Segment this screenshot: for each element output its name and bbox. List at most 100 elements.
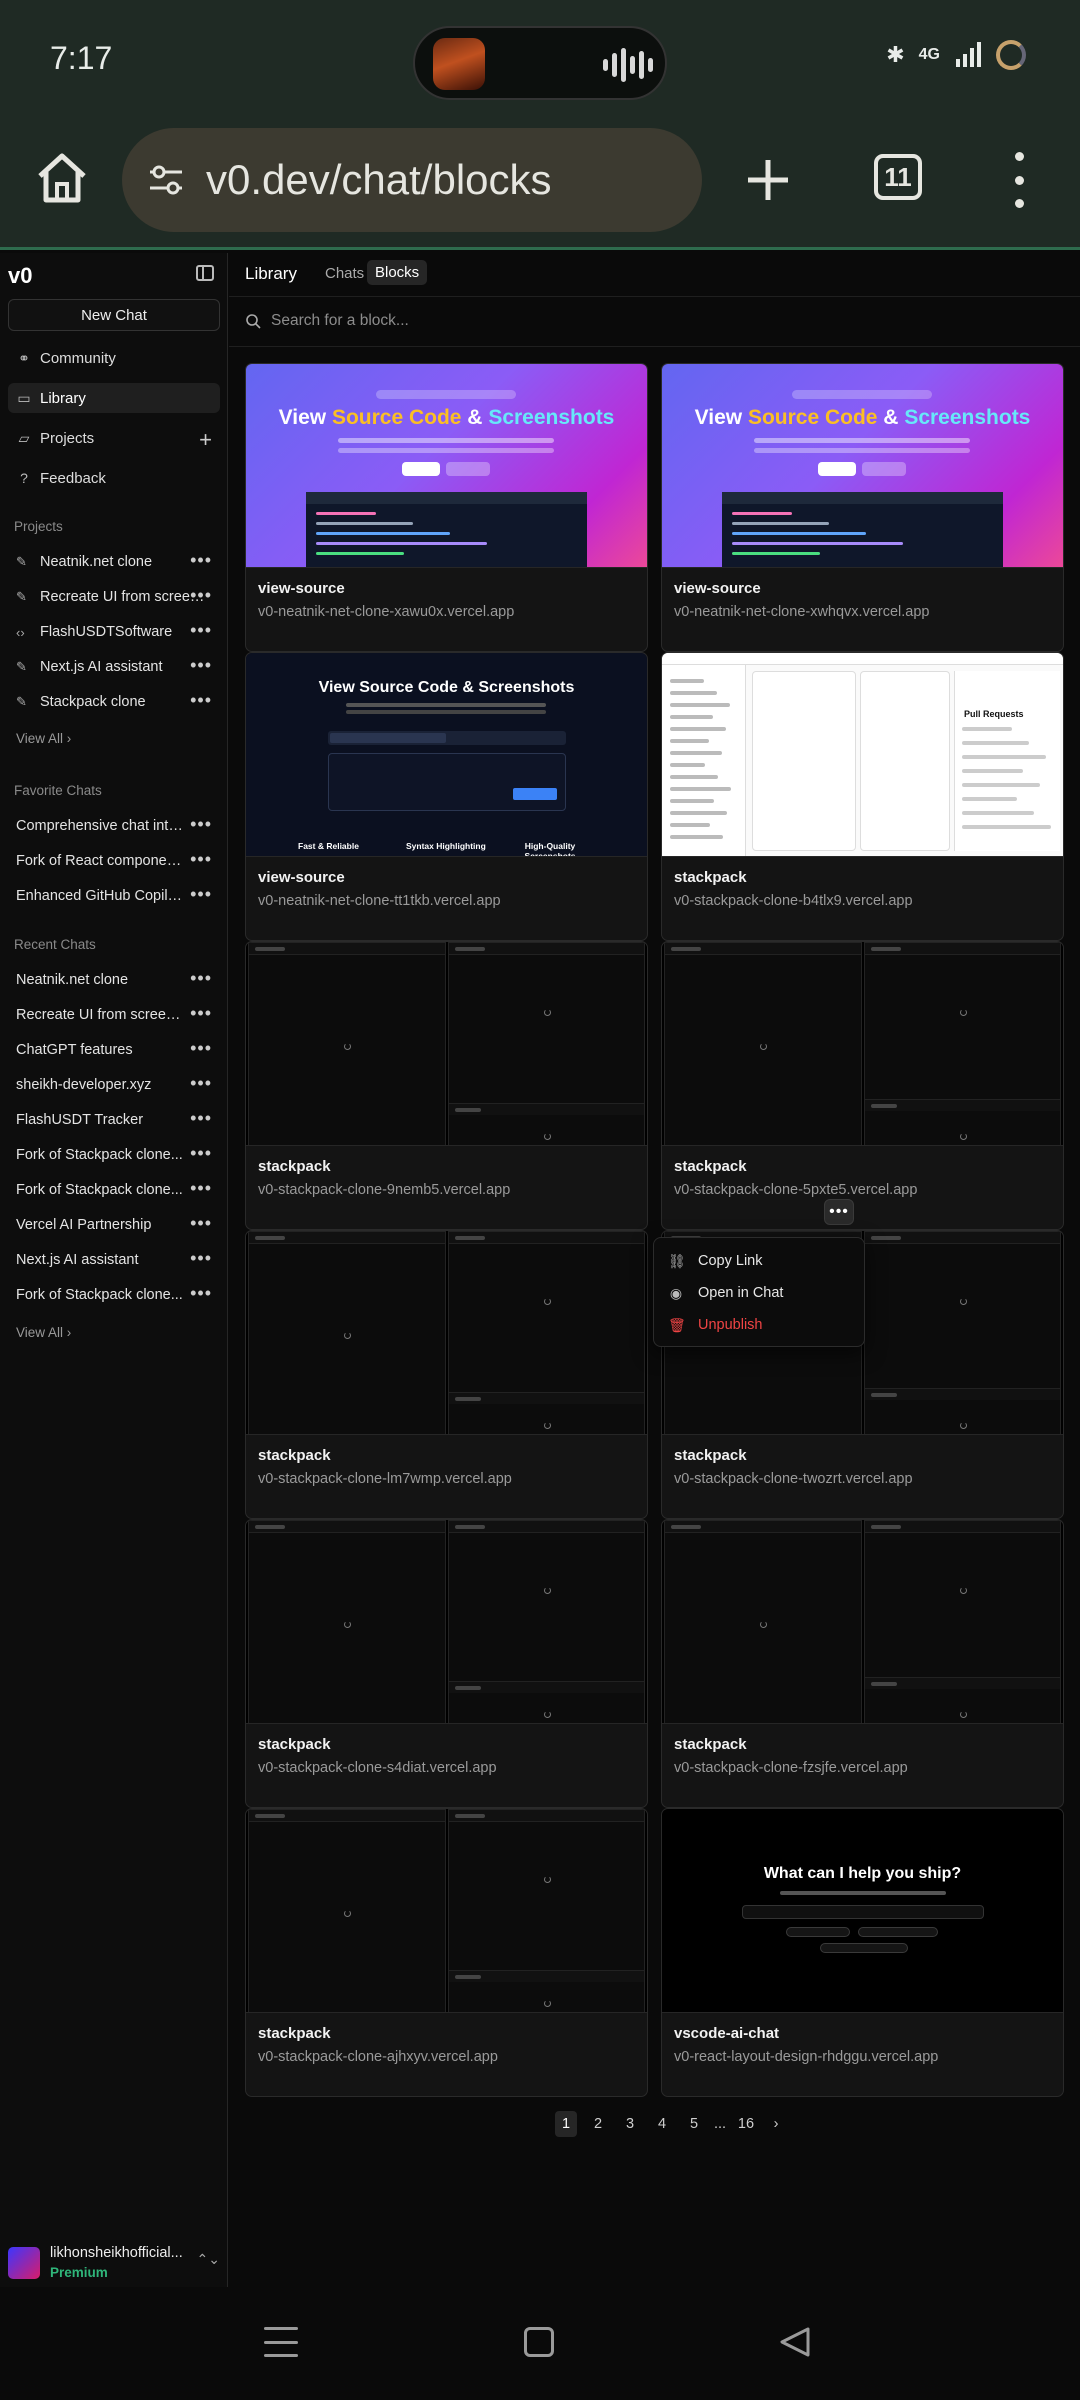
sidebar-item-library[interactable]: ▭ Library [8, 383, 220, 413]
block-url[interactable]: v0-stackpack-clone-twozrt.vercel.app [674, 1471, 913, 1487]
recent-chat-item[interactable]: Fork of Stackpack clone... ••• [8, 1140, 220, 1170]
eye-icon: ◉ [669, 1284, 683, 1301]
page-4-button[interactable]: 4 [651, 2111, 673, 2137]
copy-link-menu-item[interactable]: ⛓ Copy Link [658, 1246, 860, 1276]
site-settings-icon[interactable] [146, 160, 186, 200]
recent-chat-item[interactable]: Fork of Stackpack clone... ••• [8, 1175, 220, 1205]
favorite-chat-item[interactable]: Enhanced GitHub Copilot clone ••• [8, 881, 220, 911]
media-island[interactable] [413, 26, 667, 100]
block-card[interactable]: stackpack v0-stackpack-clone-9nemb5.verce… [245, 941, 648, 1230]
block-card[interactable]: stackpack v0-stackpack-clone-ajhxyv.verce… [245, 1808, 648, 2097]
sidebar-item-community[interactable]: ⚭ Community [8, 343, 220, 373]
new-chat-button[interactable]: New Chat [8, 299, 220, 331]
tab-switcher-button[interactable]: 11 [874, 154, 922, 200]
more-icon[interactable]: ••• [190, 1143, 212, 1164]
block-url[interactable]: v0-stackpack-clone-9nemb5.vercel.app [258, 1182, 510, 1198]
search-input[interactable] [271, 309, 1051, 333]
home-icon[interactable] [34, 150, 90, 206]
next-page-icon[interactable]: › [765, 2111, 787, 2137]
block-url[interactable]: v0-stackpack-clone-5pxte5.vercel.app [674, 1182, 917, 1198]
view-all-projects-link[interactable]: View All › [16, 731, 71, 746]
back-icon[interactable] [778, 2325, 812, 2359]
recent-chat-item[interactable]: Fork of Stackpack clone... ••• [8, 1280, 220, 1310]
project-item[interactable]: ‹› FlashUSDTSoftware ••• [8, 617, 220, 647]
page-2-button[interactable]: 2 [587, 2111, 609, 2137]
block-url[interactable]: v0-neatnik-net-clone-xwhqvx.vercel.app [674, 604, 930, 620]
more-icon[interactable]: ••• [190, 620, 212, 641]
address-bar[interactable]: v0.dev/chat/blocks [122, 128, 702, 232]
page-3-button[interactable]: 3 [619, 2111, 641, 2137]
favorite-chat-item[interactable]: Comprehensive chat interface ••• [8, 811, 220, 841]
menu-item-label: Copy Link [698, 1253, 763, 1269]
sidebar-toggle-icon[interactable] [196, 265, 214, 281]
block-title: stackpack [258, 2025, 331, 2042]
block-card[interactable]: View Source Code & Screenshots view-sourc… [245, 363, 648, 652]
block-card[interactable]: stackpack v0-stackpack-clone-5pxte5.verce… [661, 941, 1064, 1230]
block-card[interactable]: Pull Requests stackpack v0-stackpack-clone… [661, 652, 1064, 941]
block-card[interactable]: stackpack v0-stackpack-clone-s4diat.verce… [245, 1519, 648, 1808]
more-icon[interactable]: ••• [190, 1073, 212, 1094]
recent-chat-item[interactable]: sheikh-developer.xyz ••• [8, 1070, 220, 1100]
more-icon[interactable]: ••• [190, 1283, 212, 1304]
card-more-button[interactable]: ••• [824, 1199, 854, 1225]
block-card[interactable]: What can I help you ship? vscode-ai-chat v… [661, 1808, 1064, 2097]
account-switcher[interactable]: likhonsheikhofficial... Premium ⌃⌄ [6, 2243, 222, 2283]
recent-chat-item[interactable]: Vercel AI Partnership ••• [8, 1210, 220, 1240]
block-url[interactable]: v0-neatnik-net-clone-xawu0x.vercel.app [258, 604, 514, 620]
recents-icon[interactable] [264, 2327, 298, 2357]
block-card[interactable]: View Source Code & Screenshots Fast & Rel… [245, 652, 648, 941]
recent-chat-item[interactable]: ChatGPT features ••• [8, 1035, 220, 1065]
status-bar: 7:17 ✱ 4G [0, 0, 1080, 124]
more-icon[interactable]: ••• [190, 1248, 212, 1269]
block-url[interactable]: v0-stackpack-clone-s4diat.vercel.app [258, 1760, 497, 1776]
project-item[interactable]: ✎ Neatnik.net clone ••• [8, 547, 220, 577]
more-icon[interactable]: ••• [190, 690, 212, 711]
block-card[interactable]: stackpack v0-stackpack-clone-fzsjfe.verce… [661, 1519, 1064, 1808]
recent-chat-item[interactable]: Neatnik.net clone ••• [8, 965, 220, 995]
block-card[interactable]: stackpack v0-stackpack-clone-lm7wmp.verce… [245, 1230, 648, 1519]
block-url[interactable]: v0-react-layout-design-rhdggu.vercel.app [674, 2049, 938, 2065]
tab-blocks[interactable]: Blocks [367, 260, 428, 285]
recent-chat-item[interactable]: Recreate UI from screenshot ••• [8, 1000, 220, 1030]
page-16-button[interactable]: 16 [731, 2111, 761, 2137]
project-item[interactable]: ✎ Recreate UI from screenshot ••• [8, 582, 220, 612]
v0-logo[interactable]: v0 [8, 263, 32, 289]
block-url[interactable]: v0-neatnik-net-clone-tt1tkb.vercel.app [258, 893, 501, 909]
more-icon[interactable]: ••• [190, 814, 212, 835]
more-icon[interactable]: ••• [190, 550, 212, 571]
unpublish-menu-item[interactable]: 🗑 Unpublish [658, 1310, 860, 1340]
more-icon[interactable]: ••• [190, 849, 212, 870]
page-1-button[interactable]: 1 [555, 2111, 577, 2137]
more-icon[interactable]: ••• [190, 1003, 212, 1024]
sidebar-item-feedback[interactable]: ? Feedback [8, 463, 220, 493]
project-item[interactable]: ✎ Stackpack clone ••• [8, 687, 220, 717]
page-5-button[interactable]: 5 [683, 2111, 705, 2137]
more-icon[interactable]: ••• [190, 585, 212, 606]
block-url[interactable]: v0-stackpack-clone-ajhxyv.vercel.app [258, 2049, 498, 2065]
recent-chat-item[interactable]: Next.js AI assistant ••• [8, 1245, 220, 1275]
block-card[interactable]: View Source Code & Screenshots view-sourc… [661, 363, 1064, 652]
open-in-chat-menu-item[interactable]: ◉ Open in Chat [658, 1278, 860, 1308]
more-icon[interactable]: ••• [190, 655, 212, 676]
home-nav-icon[interactable] [524, 2327, 554, 2357]
tab-chats[interactable]: Chats [317, 261, 372, 286]
more-icon[interactable]: ••• [190, 1213, 212, 1234]
block-url[interactable]: v0-stackpack-clone-b4tlx9.vercel.app [674, 893, 913, 909]
card-context-menu: ⛓ Copy Link ◉ Open in Chat 🗑 Unpublish [653, 1237, 865, 1347]
browser-menu-icon[interactable] [1004, 152, 1034, 208]
more-icon[interactable]: ••• [190, 1038, 212, 1059]
add-project-icon[interactable]: + [199, 427, 212, 453]
more-icon[interactable]: ••• [190, 968, 212, 989]
sidebar-item-projects[interactable]: ▱ Projects + [8, 423, 220, 453]
project-item[interactable]: ✎ Next.js AI assistant ••• [8, 652, 220, 682]
block-url[interactable]: v0-stackpack-clone-fzsjfe.vercel.app [674, 1760, 908, 1776]
url-text[interactable]: v0.dev/chat/blocks [206, 156, 552, 204]
more-icon[interactable]: ••• [190, 884, 212, 905]
block-url[interactable]: v0-stackpack-clone-lm7wmp.vercel.app [258, 1471, 512, 1487]
more-icon[interactable]: ••• [190, 1108, 212, 1129]
more-icon[interactable]: ••• [190, 1178, 212, 1199]
favorite-chat-item[interactable]: Fork of React component code ••• [8, 846, 220, 876]
view-all-chats-link[interactable]: View All › [16, 1325, 71, 1340]
new-tab-icon[interactable] [740, 152, 796, 208]
recent-chat-item[interactable]: FlashUSDT Tracker ••• [8, 1105, 220, 1135]
